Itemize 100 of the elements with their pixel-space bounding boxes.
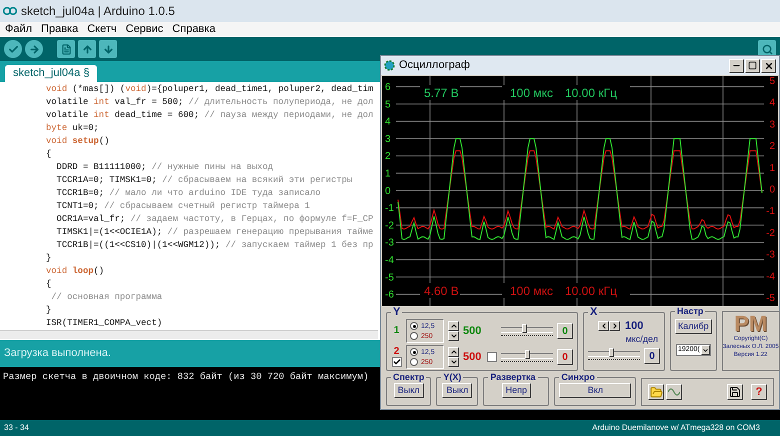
code-line: void setup() (46, 135, 110, 148)
caret-up-icon (450, 322, 458, 330)
code-line: } (46, 304, 52, 317)
zero-button[interactable]: 0 (644, 348, 660, 364)
upload-button[interactable] (25, 40, 43, 58)
group-label: Синхро (560, 373, 596, 382)
radio-button[interactable] (410, 358, 418, 366)
spin-down-button[interactable] (448, 357, 459, 367)
axis-tick-label: -3 (766, 250, 775, 261)
code-line: OCR1A=val_fr; // задаем частоту, в Герцах, по формуле f=F_CP (56, 213, 374, 226)
axis-tick-label: 2 (385, 151, 391, 162)
channel-label: 2 (394, 347, 400, 357)
code-line: byte uk=0; (46, 122, 99, 135)
slider[interactable] (501, 352, 553, 358)
time-readout: 100 мкс (510, 284, 553, 298)
code-line: TCCR1B|=((1<<CS10)|(1<<WGM12)); // запускаем таймер 1 без пр (56, 239, 374, 252)
code-line: { (46, 278, 52, 291)
menu-item[interactable]: Скетч (87, 21, 117, 38)
folder-icon (650, 386, 663, 398)
menu-item[interactable]: Сервис (126, 21, 164, 38)
voltage-readout: 5.77 В (424, 86, 459, 100)
slider-thumb[interactable] (609, 348, 614, 357)
slider-thumb[interactable] (522, 324, 528, 332)
voltage-readout: 4.60 В (424, 284, 459, 298)
mode-toggle-button[interactable]: Выкл (394, 383, 424, 398)
group-label: Спектр (392, 373, 426, 382)
mode-toggle-button[interactable]: Выкл (442, 383, 472, 398)
radio-button[interactable] (410, 322, 418, 330)
mode-toggle-button[interactable]: Непр (502, 383, 532, 398)
axis-tick-label: -6 (385, 290, 394, 301)
maximize-button[interactable] (745, 58, 760, 72)
group-label: Y(X) (442, 373, 462, 382)
radio-button[interactable] (410, 332, 418, 340)
axis-tick-label: -2 (385, 220, 394, 232)
code-line: TCNT1=0; // сбрасываем счетный регистр таймера 1 (56, 200, 310, 213)
help-button[interactable]: ? (751, 384, 767, 400)
spin-right-button[interactable] (609, 321, 620, 332)
menu-item[interactable]: Правка (41, 21, 78, 38)
slider[interactable] (588, 351, 640, 357)
status-message: Загрузка выполнена. (4, 346, 111, 362)
axis-tick-label: 5 (769, 76, 775, 87)
caret-down-icon (450, 358, 458, 366)
caret-down-icon (702, 346, 709, 354)
spin-down-button[interactable] (448, 331, 459, 341)
code-line: // основная программа (50, 291, 162, 304)
gain-value: 500 (463, 350, 482, 365)
arrow-up-icon (82, 44, 92, 54)
axis-tick-label: -1 (385, 203, 394, 214)
menu-item[interactable]: Файл (5, 21, 32, 38)
axis-tick-label: -3 (385, 238, 394, 249)
arrow-right-icon (28, 44, 40, 54)
board-info: Arduino Duemilanove w/ ATmega328 on COM3 (592, 422, 761, 434)
mode-toggle-button[interactable]: Вкл (559, 383, 632, 398)
file-tab[interactable]: sketch_jul04a § (5, 65, 98, 82)
new-button[interactable] (57, 40, 75, 58)
window-title: sketch_jul04a | Arduino 1.0.5 (21, 3, 175, 20)
caret-down-icon (450, 332, 458, 340)
axis-tick-label: -1 (766, 206, 775, 218)
slider-thumb[interactable] (525, 350, 530, 358)
spin-up-button[interactable] (448, 321, 459, 331)
slider[interactable] (501, 326, 553, 332)
infinity-logo-icon (3, 6, 17, 16)
code-line: DDRD = B11111000; // нужные пины на выход (56, 161, 274, 174)
code-line: } (46, 252, 52, 265)
timebase-unit: мкс/дел (624, 334, 659, 344)
gain-value: 500 (463, 324, 482, 339)
code-line: TCCR1B=0; // мало ли что arduino IDE туда записало (56, 187, 321, 200)
time-readout: 100 мкс (510, 86, 553, 100)
caret-left-icon (600, 322, 608, 330)
arrow-down-icon (102, 44, 114, 54)
verify-button[interactable] (4, 40, 22, 58)
minimize-button[interactable] (729, 58, 744, 72)
axis-tick-label: -5 (385, 272, 394, 284)
axis-tick-label: 0 (385, 186, 391, 197)
line-number-indicator: 33 - 34 (4, 422, 29, 434)
radio-button[interactable] (410, 348, 418, 356)
zero-button[interactable]: 0 (557, 349, 573, 365)
axis-tick-label: 1 (769, 162, 775, 174)
code-line: TCCR1A=0; TIMSK1=0; // сбрасываем на всякий эти регистры (56, 174, 352, 187)
calibrate-button[interactable]: Калибр (675, 319, 712, 334)
close-icon (764, 60, 774, 70)
frequency-readout: 10.00 кГц (565, 86, 617, 100)
code-line: volatile int val_fr = 500; // длительность полупериода, не дол (46, 96, 374, 109)
wave-button[interactable] (666, 384, 682, 400)
checkbox[interactable] (392, 357, 402, 367)
checkbox[interactable] (487, 352, 497, 362)
spin-up-button[interactable] (448, 347, 459, 357)
code-line: ISR(TIMER1_COMPA_vect) (46, 317, 162, 330)
axis-tick-label: -4 (385, 255, 394, 266)
timebase-value: 100 (625, 319, 644, 334)
menu-item[interactable]: Справка (172, 21, 216, 38)
save-button[interactable] (727, 384, 743, 400)
open-button[interactable] (648, 384, 664, 400)
wave-icon (668, 388, 680, 396)
spin-left-button[interactable] (598, 321, 609, 332)
close-button[interactable] (761, 58, 776, 72)
code-line: void loop() (46, 265, 104, 278)
maximize-icon (748, 61, 757, 70)
check-icon (392, 358, 400, 366)
horizontal-scrollbar[interactable] (0, 330, 378, 339)
